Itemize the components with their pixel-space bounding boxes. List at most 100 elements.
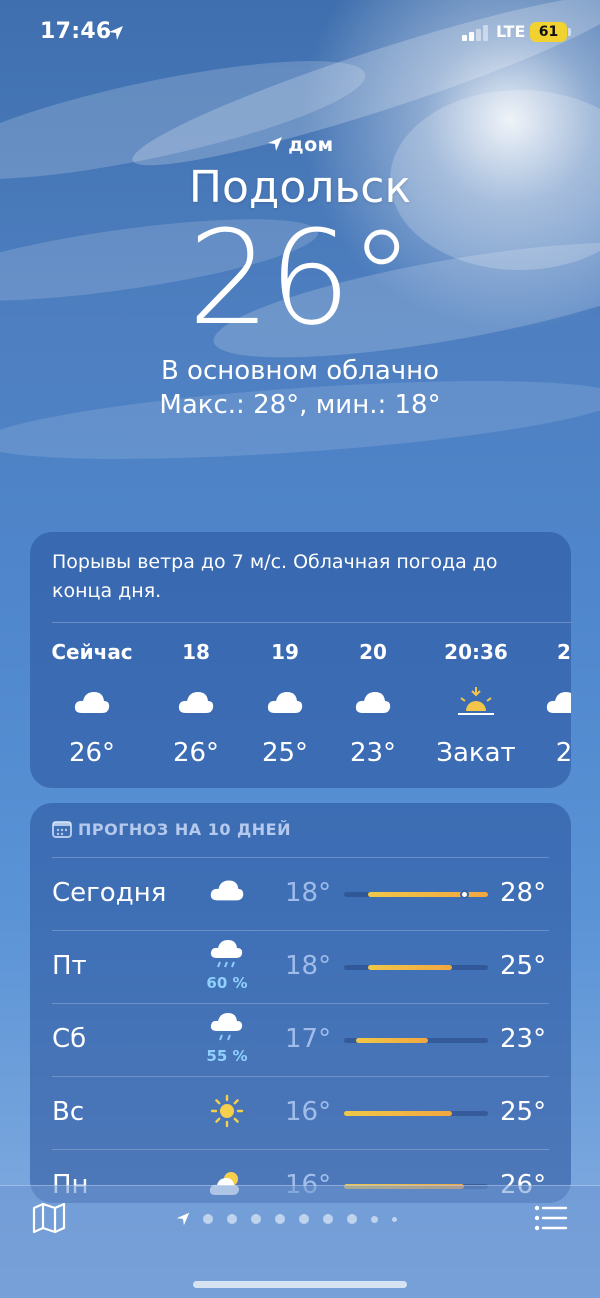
daily-header: ПРОГНОЗ НА 10 ДНЕЙ — [52, 820, 291, 839]
day-min-temp: 16° — [285, 1097, 332, 1127]
hour-label: 20:36 — [444, 640, 508, 664]
current-temperature-value: 26° — [187, 202, 414, 354]
day-name: Вс — [52, 1097, 85, 1127]
temperature-range-bar — [368, 892, 488, 897]
rain-icon — [210, 940, 243, 968]
cellular-signal-icon — [462, 25, 488, 41]
hourly-item[interactable]: 20 23° — [328, 640, 418, 768]
cloud-icon — [178, 692, 214, 713]
divider — [52, 857, 549, 858]
hour-temperature: 25° — [261, 738, 309, 768]
hourly-summary: Порывы ветра до 7 м/с. Облачная погода д… — [52, 551, 498, 602]
battery-indicator: 61 — [530, 22, 567, 42]
temperature-range-track — [344, 965, 488, 970]
hourly-item[interactable]: Сейчас 26° — [47, 640, 137, 768]
day-icon: 55 % — [202, 1011, 252, 1065]
hourly-item[interactable]: 20:36 Закат — [431, 640, 521, 768]
location-arrow-icon — [268, 137, 283, 151]
status-bar: 17:46 LTE 61 — [0, 0, 600, 66]
day-max-temp: 25° — [500, 1097, 547, 1127]
day-min-temp: 18° — [285, 951, 332, 981]
cloud-icon — [74, 692, 110, 713]
hourly-item[interactable]: 19 25° — [240, 640, 330, 768]
hour-temperature: 2 — [555, 738, 571, 768]
day-icon — [202, 877, 252, 907]
day-name: Пт — [52, 951, 87, 981]
day-icon — [202, 1094, 252, 1132]
hour-temperature: 26° — [68, 738, 116, 768]
current-temperature: 26° — [0, 210, 600, 347]
page-indicator[interactable] — [175, 1210, 404, 1228]
temperature-range-bar — [356, 1038, 428, 1043]
divider — [52, 622, 571, 623]
hour-label: 2 — [557, 640, 571, 664]
partly-cloudy-icon — [546, 692, 571, 713]
map-icon[interactable] — [32, 1202, 66, 1234]
day-name: Сб — [52, 1024, 87, 1054]
location-arrow-icon — [109, 26, 123, 40]
temperature-range-track — [344, 1038, 488, 1043]
hourly-item[interactable]: 18 26° — [151, 640, 241, 768]
divider — [52, 1076, 549, 1077]
precipitation-chance: 60 % — [206, 974, 248, 992]
hour-label: 20 — [359, 640, 387, 664]
precipitation-chance: 55 % — [206, 1047, 248, 1065]
day-icon: 60 % — [202, 938, 252, 992]
ten-day-forecast-card[interactable]: ПРОГНОЗ НА 10 ДНЕЙ Сегодня 18° 28° Пт 60… — [30, 803, 571, 1203]
day-max-temp: 25° — [500, 951, 547, 981]
daily-header-text: ПРОГНОЗ НА 10 ДНЕЙ — [78, 820, 291, 839]
high-low-temperature: Макс.: 28°, мин.: 18° — [159, 390, 441, 420]
page-dot — [371, 1215, 378, 1223]
page-dot — [275, 1214, 285, 1224]
temperature-range-track — [344, 890, 488, 899]
page-dot — [392, 1216, 397, 1222]
status-time: 17:46 — [40, 19, 112, 44]
hour-label: 19 — [271, 640, 299, 664]
calendar-icon — [52, 821, 72, 838]
hour-label: Сейчас — [51, 640, 133, 664]
sun-icon — [210, 1094, 244, 1128]
current-condition: В основном облачно — [160, 356, 440, 386]
rain-icon — [210, 1013, 243, 1041]
hour-temperature: Закат — [436, 738, 516, 768]
day-row[interactable]: Сегодня 18° 28° — [52, 857, 549, 930]
hourly-item[interactable]: 2 2 — [519, 640, 571, 768]
hourly-forecast-card[interactable]: Порывы ветра до 7 м/с. Облачная погода д… — [30, 532, 571, 788]
day-max-temp: 28° — [500, 878, 547, 908]
day-row[interactable]: Вс 16° 25° — [52, 1076, 549, 1149]
divider — [52, 1149, 549, 1150]
cloud-icon — [210, 880, 244, 901]
day-row[interactable]: Сб 55 % 17° 23° — [52, 1003, 549, 1076]
page-dot — [299, 1214, 309, 1224]
day-min-temp: 18° — [285, 878, 332, 908]
temperature-range-bar — [368, 965, 452, 970]
page-dot — [323, 1214, 333, 1224]
day-min-temp: 17° — [285, 1024, 332, 1054]
hour-temperature: 26° — [172, 738, 220, 768]
location-arrow-icon — [176, 1212, 190, 1226]
page-dot — [227, 1214, 237, 1224]
day-max-temp: 23° — [500, 1024, 547, 1054]
temperature-range-track — [344, 1111, 488, 1116]
day-row[interactable]: Пт 60 % 18° 25° — [52, 930, 549, 1003]
divider — [52, 930, 549, 931]
home-indicator[interactable] — [193, 1281, 407, 1288]
location-label: дом — [0, 134, 600, 156]
cloud-icon — [355, 692, 391, 713]
page-dot — [347, 1214, 357, 1224]
sunset-icon — [458, 687, 494, 715]
network-type: LTE — [496, 22, 526, 41]
bottom-toolbar — [0, 1185, 600, 1298]
hour-label: 18 — [182, 640, 210, 664]
temperature-range-bar — [344, 1111, 452, 1116]
location-label-text: дом — [288, 134, 334, 156]
battery-tip — [568, 28, 571, 36]
list-icon[interactable] — [534, 1204, 568, 1232]
page-dot — [203, 1214, 213, 1224]
hour-temperature: 23° — [349, 738, 397, 768]
current-temp-marker — [459, 890, 469, 899]
divider — [52, 1003, 549, 1004]
day-name: Сегодня — [52, 878, 167, 908]
page-dot — [251, 1214, 261, 1224]
cloud-icon — [267, 692, 303, 713]
